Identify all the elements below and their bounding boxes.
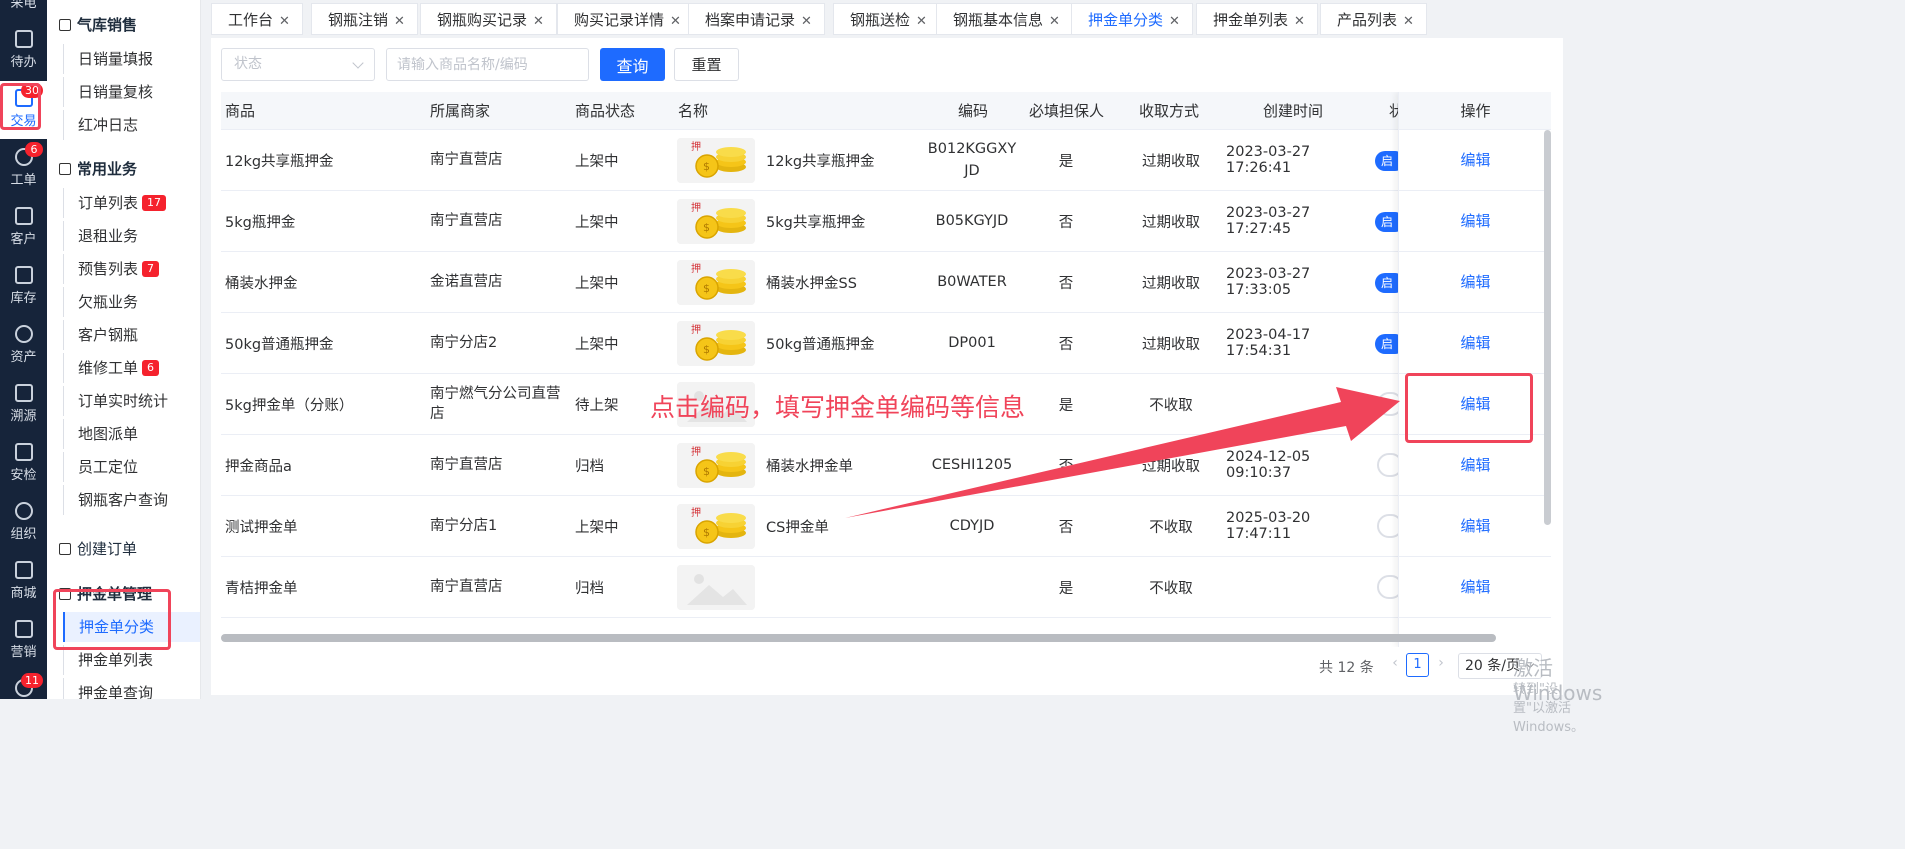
arrow-icon xyxy=(845,387,1400,518)
annotation-arrow xyxy=(845,387,1400,518)
